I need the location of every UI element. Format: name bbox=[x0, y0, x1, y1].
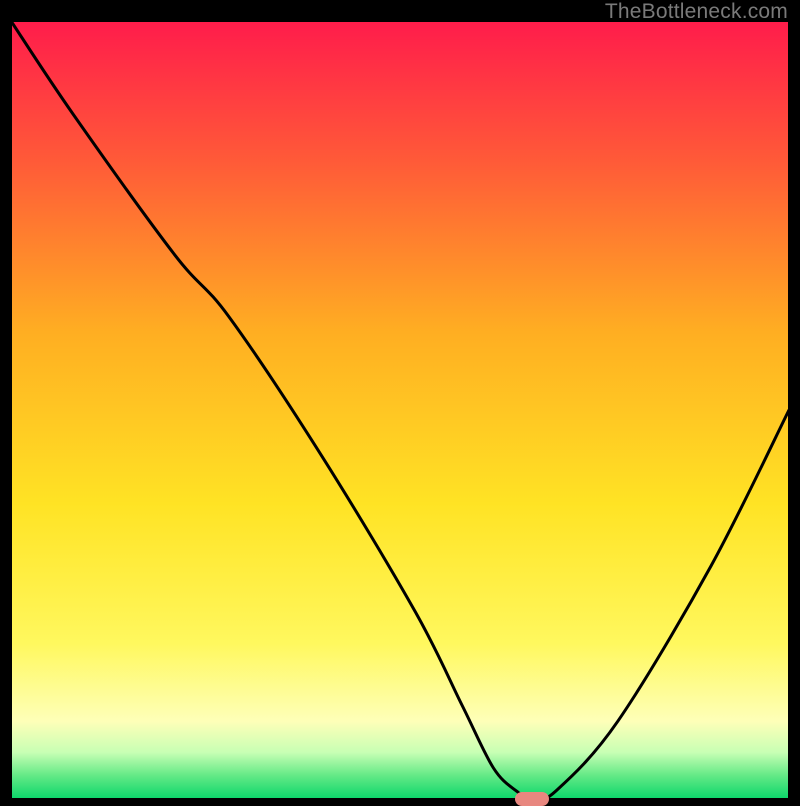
chart-frame bbox=[11, 21, 789, 799]
optimal-marker bbox=[515, 792, 549, 806]
gradient-background bbox=[11, 21, 789, 799]
bottleneck-chart bbox=[11, 21, 789, 799]
